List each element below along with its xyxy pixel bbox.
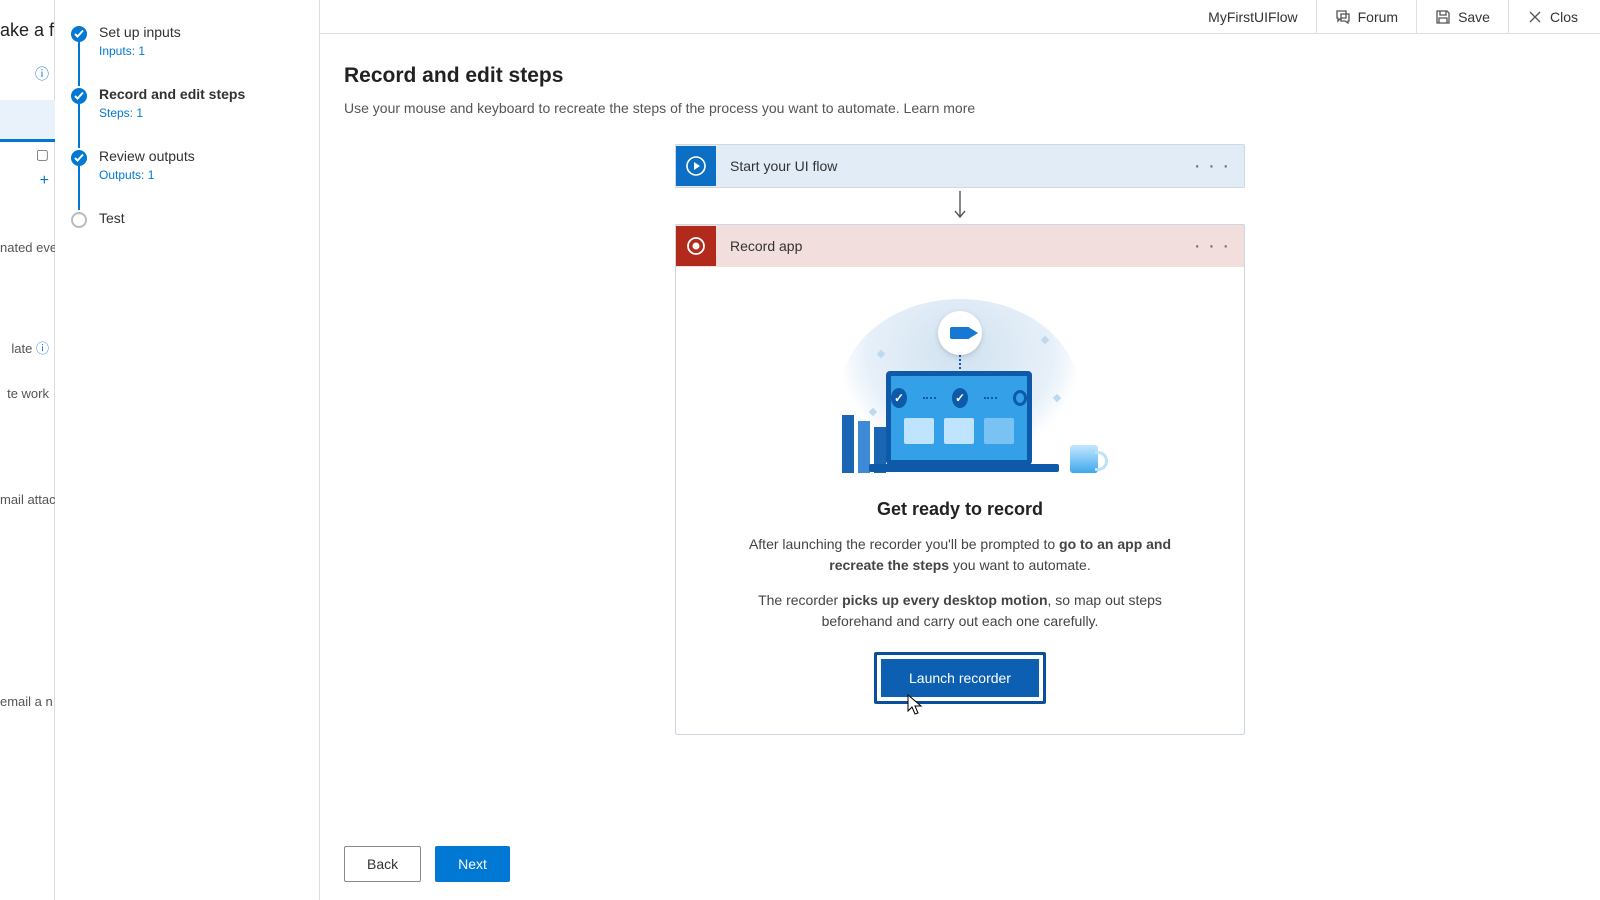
card-title: Record app <box>730 238 1176 254</box>
grid-icon: ▢ <box>0 146 55 163</box>
cropped-text-1: nated even <box>0 240 55 255</box>
chat-icon <box>1335 9 1351 25</box>
empty-step-icon <box>71 212 87 228</box>
record-panel-body: Get ready to record After launching the … <box>676 267 1244 734</box>
save-icon <box>1435 9 1451 25</box>
record-paragraph-1: After launching the recorder you'll be p… <box>745 534 1175 576</box>
step-label: Set up inputs <box>99 24 307 40</box>
play-circle-icon <box>676 146 716 186</box>
card-title: Start your UI flow <box>730 158 1176 174</box>
step-sublabel: Inputs: 1 <box>99 44 307 58</box>
card-more-icon[interactable]: · · · <box>1190 155 1234 178</box>
cropped-text-5: email a n <box>0 694 55 709</box>
page-description: Use your mouse and keyboard to recreate … <box>344 100 1576 116</box>
info-icon <box>0 64 55 84</box>
step-label: Review outputs <box>99 148 307 164</box>
cropped-text-2: late ⓘ <box>0 338 55 357</box>
cropped-title: ake a fl <box>0 20 55 41</box>
forum-button[interactable]: Forum <box>1316 0 1416 34</box>
close-icon <box>1527 9 1543 25</box>
record-target-icon <box>676 226 716 266</box>
check-icon <box>71 150 87 166</box>
leftmost-cropped-panel: ake a fl ▢ + nated even late ⓘ te work m… <box>0 0 55 900</box>
flow-canvas: Start your UI flow · · · Record app · · … <box>344 144 1576 735</box>
launch-recorder-button[interactable]: Launch recorder <box>881 659 1039 697</box>
card-start-ui-flow[interactable]: Start your UI flow · · · <box>675 144 1245 188</box>
cropped-text-3: te work <box>0 386 55 401</box>
next-button[interactable]: Next <box>435 846 510 882</box>
card-more-icon[interactable]: · · · <box>1190 235 1234 258</box>
check-icon <box>71 26 87 42</box>
content-area: Record and edit steps Use your mouse and… <box>320 34 1600 900</box>
cropped-text-4: mail attac <box>0 492 55 507</box>
step-label: Record and edit steps <box>99 86 307 102</box>
launch-recorder-focus-ring: Launch recorder <box>874 652 1046 704</box>
wizard-footer: Back Next <box>344 846 510 882</box>
recorder-illustration <box>820 291 1100 481</box>
wizard-steps-sidebar: Set up inputs Inputs: 1 Record and edit … <box>55 0 320 900</box>
camera-icon <box>938 311 982 355</box>
step-label: Test <box>99 210 307 226</box>
top-toolbar: MyFirstUIFlow Forum Save Clos <box>320 0 1600 34</box>
save-button[interactable]: Save <box>1416 0 1508 34</box>
close-button[interactable]: Clos <box>1508 0 1596 34</box>
record-paragraph-2: The recorder picks up every desktop moti… <box>745 590 1175 632</box>
selected-nav-highlight <box>0 100 55 142</box>
step-record-and-edit[interactable]: Record and edit steps Steps: 1 <box>71 86 307 120</box>
laptop-illustration <box>886 371 1032 465</box>
main-panel: MyFirstUIFlow Forum Save Clos Record and… <box>320 0 1600 900</box>
step-sublabel: Outputs: 1 <box>99 168 307 182</box>
record-heading: Get ready to record <box>702 499 1218 520</box>
flow-arrow-icon <box>951 188 969 224</box>
page-heading: Record and edit steps <box>344 64 1576 88</box>
step-sublabel: Steps: 1 <box>99 106 307 120</box>
check-icon <box>71 88 87 104</box>
step-test[interactable]: Test <box>71 210 307 226</box>
plus-icon[interactable]: + <box>0 172 55 190</box>
step-set-up-inputs[interactable]: Set up inputs Inputs: 1 <box>71 24 307 58</box>
back-button[interactable]: Back <box>344 846 421 882</box>
card-record-app: Record app · · · <box>675 224 1245 735</box>
mug-decoration <box>1070 445 1098 473</box>
flow-name: MyFirstUIFlow <box>1190 9 1315 25</box>
learn-more-link[interactable]: Learn more <box>904 100 976 116</box>
step-review-outputs[interactable]: Review outputs Outputs: 1 <box>71 148 307 182</box>
